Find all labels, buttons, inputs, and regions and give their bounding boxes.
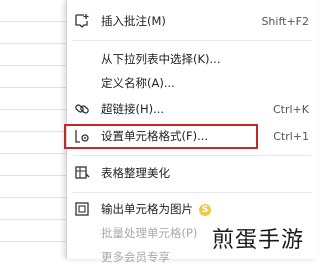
table-beautify-icon bbox=[73, 165, 91, 181]
menu-item-label: 插入批注(M) bbox=[101, 14, 166, 28]
menu-item-label: 超链接(H)... bbox=[101, 102, 165, 116]
menu-item-label: 表格整理美化 bbox=[101, 166, 170, 180]
menu-item-select-from-dropdown[interactable]: 从下拉列表中选择(K)... bbox=[67, 47, 317, 71]
menu-separator bbox=[73, 192, 311, 193]
watermark: 煎蛋手游 bbox=[212, 228, 305, 253]
menu-item-hyperlink[interactable]: 超链接(H)... Ctrl+K bbox=[67, 97, 317, 121]
menu-item-table-beautify[interactable]: 表格整理美化 bbox=[67, 161, 317, 185]
menu-item-insert-comment[interactable]: 插入批注(M) Shift+F2 bbox=[67, 9, 317, 33]
menu-item-shortcut: Ctrl+1 bbox=[273, 129, 309, 143]
menu-separator bbox=[73, 155, 311, 156]
menu-item-shortcut: Ctrl+K bbox=[272, 102, 309, 116]
menu-item-label: 输出单元格为图片 S bbox=[101, 201, 211, 217]
insert-comment-icon bbox=[73, 13, 91, 29]
menu-item-export-image[interactable]: 输出单元格为图片 S bbox=[67, 197, 317, 221]
menu-item-label: 定义名称(A)... bbox=[101, 76, 175, 90]
highlight-box bbox=[64, 124, 258, 149]
export-image-icon bbox=[73, 201, 91, 217]
menu-item-label: 从下拉列表中选择(K)... bbox=[101, 52, 221, 66]
menu-item-shortcut: Shift+F2 bbox=[261, 14, 309, 28]
menu-separator bbox=[73, 40, 311, 41]
hyperlink-icon bbox=[73, 101, 91, 117]
menu-item-label: 批量处理单元格(P) bbox=[101, 226, 198, 240]
menu-item-define-name[interactable]: 定义名称(A)... bbox=[67, 71, 317, 95]
menu-item-label: 更多会员专享 bbox=[101, 250, 170, 264]
member-badge-icon: S bbox=[199, 203, 211, 216]
spreadsheet-grid bbox=[0, 0, 66, 259]
